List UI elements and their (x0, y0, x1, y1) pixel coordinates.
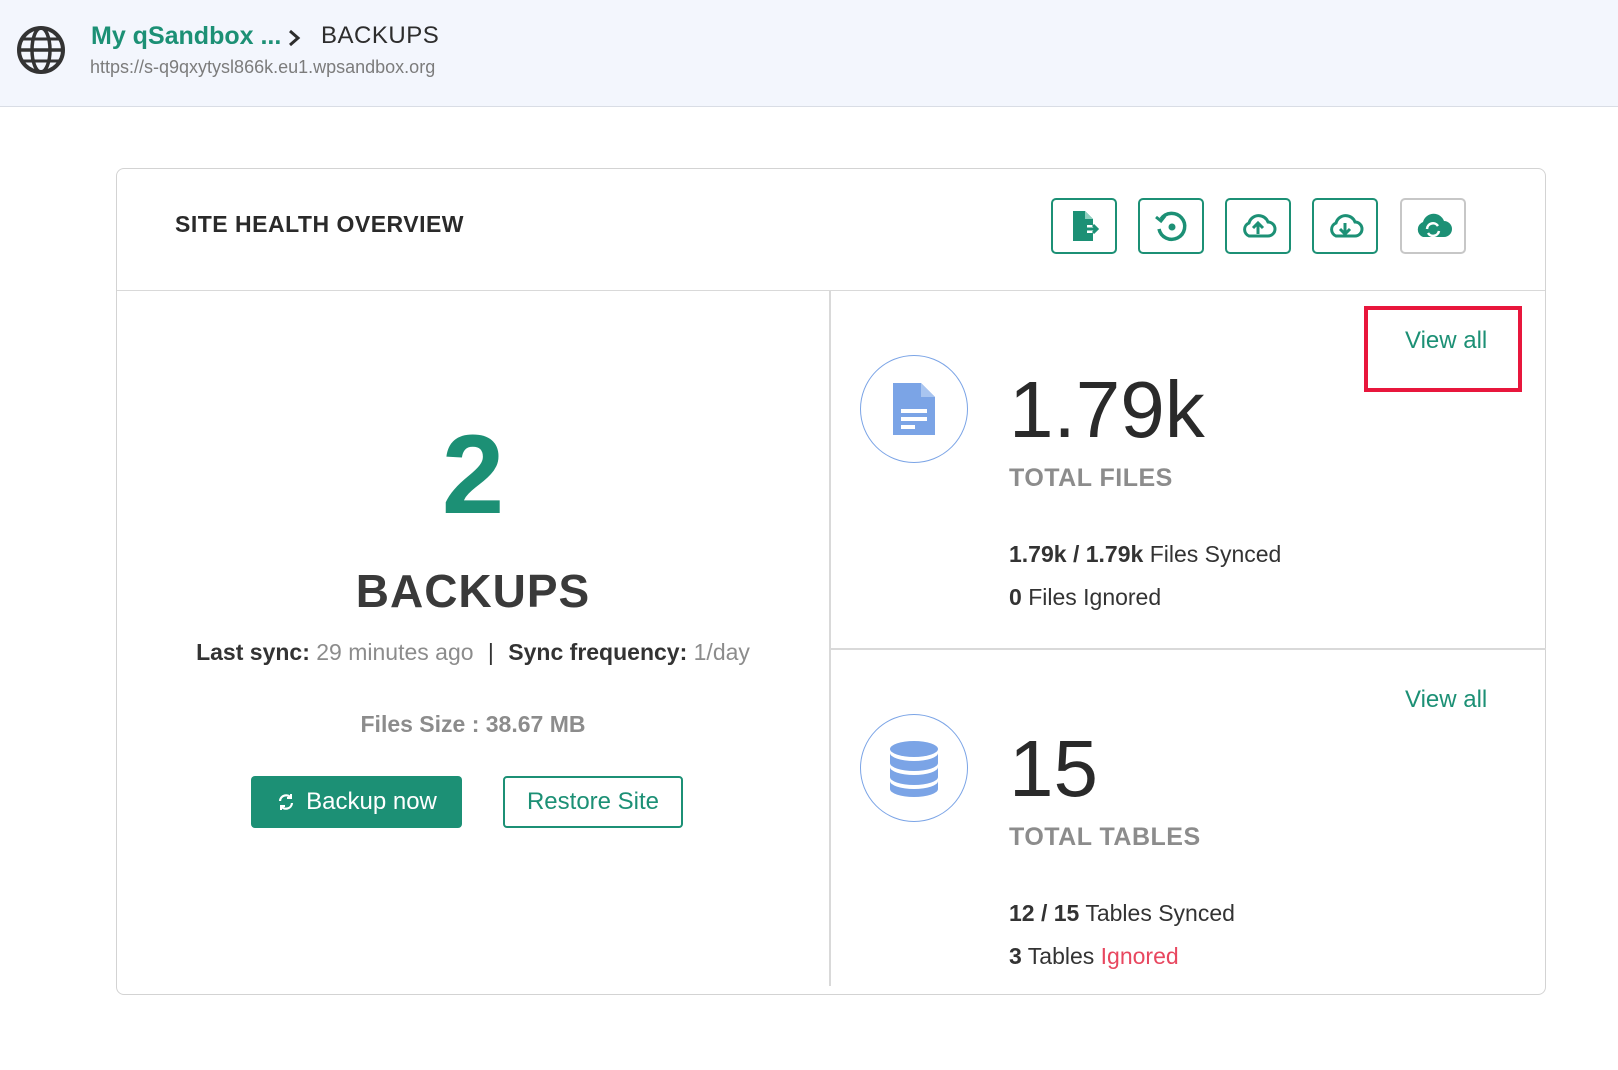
sync-info: Last sync: 29 minutes ago | Sync frequen… (117, 639, 829, 666)
file-export-icon (1073, 211, 1100, 241)
tables-icon-circle (860, 714, 968, 822)
backup-now-button[interactable]: Backup now (251, 776, 462, 828)
last-sync-label: Last sync: (196, 639, 310, 665)
last-sync-value: 29 minutes ago (316, 639, 474, 665)
site-url: https://s-q9qxytysl866k.eu1.wpsandbox.or… (90, 57, 436, 77)
files-synced-count: 1.79k / 1.79k (1009, 541, 1144, 567)
backup-now-label: Backup now (306, 788, 437, 815)
card-title: SITE HEALTH OVERVIEW (175, 211, 465, 237)
database-icon (890, 741, 938, 797)
cloud-download-icon (1330, 214, 1364, 238)
row-divider (830, 648, 1546, 650)
column-divider (829, 291, 831, 986)
tables-ignored-text: Ignored (1100, 943, 1179, 969)
cloud-sync-button[interactable] (1400, 198, 1466, 254)
tables-synced-text: Tables Synced (1085, 900, 1235, 926)
total-tables-value: 15 (1009, 724, 1098, 813)
document-icon (893, 383, 935, 435)
export-button[interactable] (1051, 198, 1117, 254)
sync-frequency-value: 1/day (693, 639, 750, 665)
files-synced: 1.79k / 1.79k Files Synced (1009, 541, 1281, 568)
tables-ignored-prefix: Tables (1027, 943, 1095, 969)
tables-synced: 12 / 15 Tables Synced (1009, 900, 1235, 927)
sync-frequency-label: Sync frequency: (508, 639, 688, 665)
top-bar: My qSandbox ... BACKUPS https://s-q9qxyt… (0, 0, 1618, 107)
restore-history-button[interactable] (1138, 198, 1204, 254)
tables-ignored-count: 3 (1009, 943, 1022, 969)
site-health-card: SITE HEALTH OVERVIEW 2 BACKUPS Last sync… (116, 168, 1546, 995)
backup-count: 2 (441, 412, 505, 537)
cloud-download-button[interactable] (1312, 198, 1378, 254)
files-synced-text: Files Synced (1149, 541, 1282, 567)
restore-site-button[interactable]: Restore Site (503, 776, 683, 828)
card-header: SITE HEALTH OVERVIEW (117, 169, 1545, 291)
files-ignored: 0 Files Ignored (1009, 584, 1161, 611)
files-icon-circle (860, 355, 968, 463)
files-ignored-text: Files Ignored (1028, 584, 1162, 610)
highlight-annotation (1364, 306, 1522, 392)
total-files-value: 1.79k (1009, 365, 1205, 454)
tables-synced-count: 12 / 15 (1009, 900, 1080, 926)
files-ignored-count: 0 (1009, 584, 1022, 610)
total-tables-label: TOTAL TABLES (1009, 823, 1201, 851)
total-files-label: TOTAL FILES (1009, 464, 1173, 492)
globe-icon (17, 26, 65, 74)
cloud-sync-icon (1417, 213, 1452, 238)
tables-view-all-link[interactable]: View all (1405, 686, 1487, 714)
backup-label: BACKUPS (355, 565, 591, 617)
sync-separator: | (487, 639, 494, 665)
sync-icon (279, 794, 294, 810)
tables-ignored: 3 Tables Ignored (1009, 943, 1179, 970)
chevron-right-icon (289, 29, 301, 47)
cloud-upload-button[interactable] (1225, 198, 1291, 254)
breadcrumb-current-page: BACKUPS (321, 22, 440, 49)
cloud-upload-icon (1243, 214, 1277, 238)
breadcrumb-site-link[interactable]: My qSandbox ... (91, 22, 281, 51)
files-size: Files Size : 38.67 MB (360, 711, 586, 737)
restore-history-icon (1155, 211, 1187, 242)
